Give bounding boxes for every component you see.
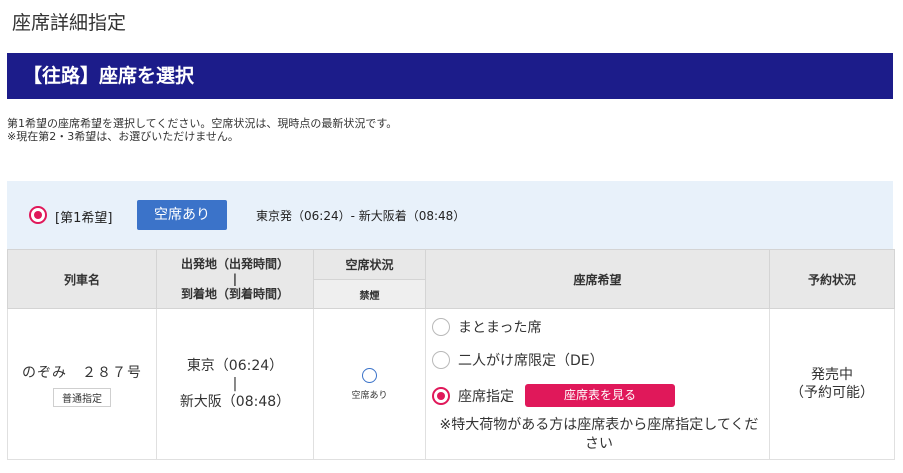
section-header: 【往路】座席を選択 — [7, 53, 893, 99]
header-dep-arr: 出発地（出発時間） | 到着地（到着時間） — [156, 249, 314, 309]
table-row: のぞみ ２８７号 普通指定 東京（06:24） | 新大阪（08:48） 空席あ… — [7, 308, 895, 460]
instructions: 第1希望の座席希望を選択してください。空席状況は、現時点の最新状況です。 ※現在… — [7, 117, 397, 143]
reservation-cell: 発売中 （予約可能） — [769, 308, 895, 460]
page-title: 座席詳細指定 — [12, 12, 127, 34]
baggage-note: ※特大荷物がある方は座席表から座席指定してください — [439, 417, 759, 452]
train-cell: のぞみ ２８７号 普通指定 — [7, 308, 157, 460]
reservation-available: （予約可能） — [790, 385, 874, 401]
reservation-status: 発売中 — [811, 367, 853, 383]
first-choice-label: [第1希望] — [55, 211, 113, 226]
header-arr: 到着地（到着時間） — [180, 286, 289, 301]
pref-option-two-seat[interactable]: 二人がけ席限定（DE） — [432, 350, 604, 370]
pref-label: まとまった席 — [458, 320, 542, 336]
train-name: のぞみ ２８７号 — [22, 364, 142, 381]
pref-label: 座席指定 — [458, 389, 514, 405]
seat-type-badge: 普通指定 — [53, 387, 111, 407]
header-availability: 空席状況 — [313, 249, 426, 280]
availability-cell: 空席あり — [313, 308, 426, 460]
dep-arr-cell: 東京（06:24） | 新大阪（08:48） — [156, 308, 314, 460]
available-circle-icon — [362, 367, 377, 383]
header-sep: | — [232, 271, 238, 286]
seat-map-button[interactable]: 座席表を見る — [525, 384, 675, 407]
departure: 東京（06:24） — [186, 358, 284, 374]
radio-grouped[interactable] — [432, 318, 450, 336]
first-choice-radio[interactable] — [29, 206, 47, 224]
train-table: 列車名 出発地（出発時間） | 到着地（到着時間） 空席状況 座席希望 予約状況… — [7, 249, 895, 460]
pref-option-seat-select[interactable]: 座席指定 — [432, 386, 514, 406]
pref-option-grouped[interactable]: まとまった席 — [432, 317, 541, 337]
dep-arr-separator: | — [232, 376, 238, 392]
radio-two-seat[interactable] — [432, 351, 450, 369]
pref-label: 二人がけ席限定（DE） — [458, 353, 604, 369]
choice-bar: [第1希望] 空席あり 東京発（06:24）- 新大阪着（08:48） — [7, 181, 893, 249]
instruction-line: ※現在第2・3希望は、お選びいただけません。 — [7, 130, 239, 143]
instruction-line: 第1希望の座席希望を選択してください。空席状況は、現時点の最新状況です。 — [7, 117, 398, 130]
header-reservation: 予約状況 — [769, 249, 895, 309]
header-train-name: 列車名 — [7, 249, 157, 309]
arrival: 新大阪（08:48） — [179, 394, 291, 410]
header-dep: 出発地（出発時間） — [180, 256, 289, 271]
header-seat-pref: 座席希望 — [425, 249, 770, 309]
seat-pref-cell: まとまった席 二人がけ席限定（DE） 座席指定 座席表を見る ※特大荷物がある方… — [425, 308, 770, 460]
availability-text: 空席あり — [351, 390, 388, 401]
route-summary: 東京発（06:24）- 新大阪着（08:48） — [256, 209, 466, 223]
header-smoking: 禁煙 — [313, 279, 426, 309]
availability-badge: 空席あり — [137, 200, 227, 230]
radio-seat-select[interactable] — [432, 387, 450, 405]
